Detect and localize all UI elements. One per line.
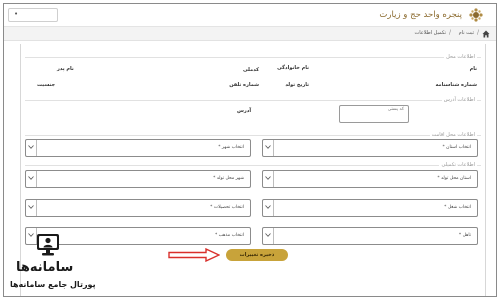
marital-select[interactable]: تاهل * — [262, 227, 478, 245]
province-select-value: انتخاب استان * — [442, 145, 471, 150]
province-select[interactable]: انتخاب استان * — [262, 139, 478, 157]
education-select-value: انتخاب تحصیلات * — [210, 205, 244, 210]
section-title-address: اطلاعات آدرس — [441, 97, 477, 103]
job-select-value: انتخاب شغل * — [444, 205, 471, 210]
label-phone: شماره تلفن — [229, 82, 259, 88]
label-address: آدرس — [237, 108, 252, 114]
breadcrumb-item-complete: تکمیل اطلاعات — [414, 30, 447, 36]
save-changes-button[interactable]: ذخیره تغییرات — [226, 249, 288, 261]
religion-select-value: انتخاب مذهب * — [214, 233, 244, 238]
section-title-personal: اطلاعات محل — [444, 54, 477, 60]
label-birth-date: تاریخ تولد — [285, 82, 309, 88]
birth-city-select[interactable]: شهر محل تولد * — [25, 170, 251, 188]
watermark-subtitle: پورتال جامع سامانه‌ها — [10, 280, 96, 289]
city-select[interactable]: انتخاب شهر * — [25, 139, 251, 157]
chevron-down-icon — [263, 171, 274, 187]
marital-select-value: تاهل * — [458, 233, 471, 238]
arrow-right-icon — [168, 248, 220, 262]
education-select[interactable]: انتخاب تحصیلات * — [25, 199, 251, 217]
postal-code-input[interactable]: کد پستی — [339, 105, 409, 123]
logo-icon — [469, 8, 483, 22]
chevron-down-icon — [263, 140, 274, 156]
label-father-name: نام پدر — [57, 66, 74, 72]
label-code: کدملی — [243, 67, 259, 73]
city-select-value: انتخاب شهر * — [218, 145, 244, 150]
breadcrumb-item-register[interactable]: ثبت نام — [459, 30, 474, 36]
job-select[interactable]: انتخاب شغل * — [262, 199, 478, 217]
home-icon[interactable] — [482, 30, 490, 38]
section-title-residence: اطلاعات محل اقامت — [429, 132, 477, 138]
label-national-id: شماره شناسنامه — [435, 82, 477, 88]
section-title-extra: اطلاعات تکمیلی — [439, 162, 477, 168]
label-last-name: نام خانوادگی — [277, 65, 309, 71]
language-select[interactable]: • — [8, 8, 58, 22]
monitor-person-icon — [37, 234, 59, 256]
chevron-down-icon — [26, 140, 37, 156]
birth-province-select[interactable]: استان محل تولد * — [262, 170, 478, 188]
section-divider — [25, 165, 481, 166]
chevron-down-icon — [26, 200, 37, 216]
birth-province-select-value: استان محل تولد * — [437, 176, 471, 181]
section-divider — [25, 57, 481, 58]
chevron-down-icon — [263, 200, 274, 216]
breadcrumb-separator: / — [476, 29, 479, 36]
app-title: پنجره واحد حج و زیارت — [379, 10, 462, 20]
language-select-value: • — [14, 10, 19, 18]
app-window: • پنجره واحد حج و زیارت / ثبت نام / تکمی… — [3, 3, 497, 297]
breadcrumb-separator: / — [448, 29, 451, 36]
birth-city-select-value: شهر محل تولد * — [213, 176, 244, 181]
header-bar: • پنجره واحد حج و زیارت — [4, 4, 496, 27]
section-divider — [25, 100, 481, 101]
watermark: سامانه‌ها پورتال جامع سامانه‌ها — [10, 232, 106, 296]
postal-code-placeholder: کد پستی — [387, 107, 404, 112]
section-divider — [25, 135, 481, 136]
watermark-name: سامانه‌ها — [16, 260, 74, 275]
breadcrumb: / ثبت نام / تکمیل اطلاعات — [4, 27, 496, 41]
chevron-down-icon — [26, 171, 37, 187]
label-gender: جنسیت — [37, 82, 56, 88]
chevron-down-icon — [263, 228, 274, 244]
label-first-name: نام — [469, 66, 477, 72]
